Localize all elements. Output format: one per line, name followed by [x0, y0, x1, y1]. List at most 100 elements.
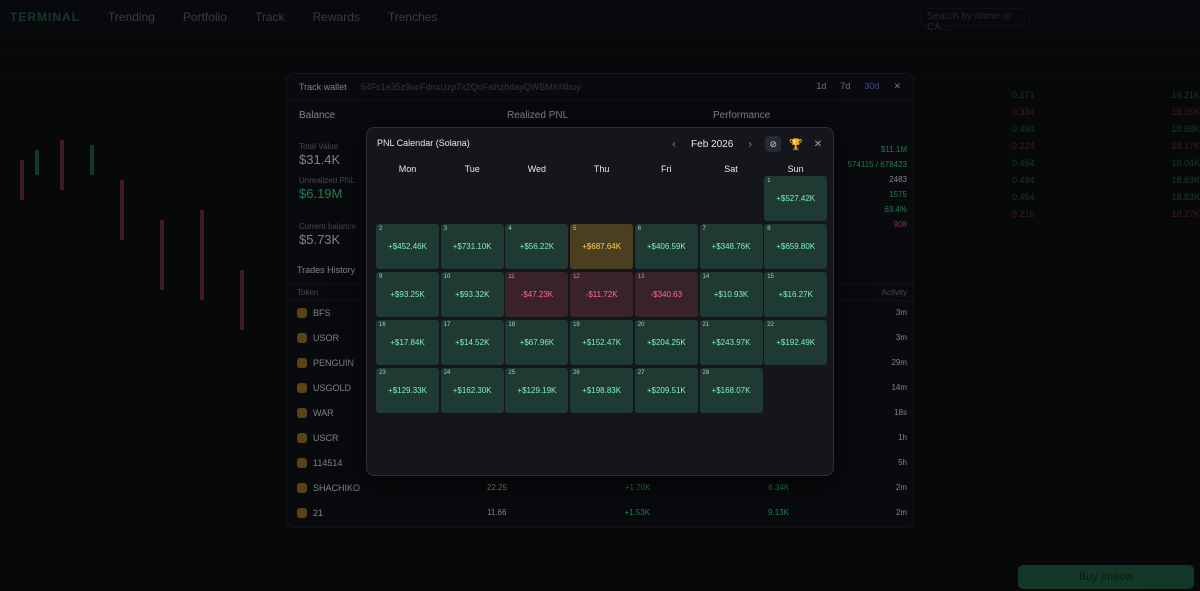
- calendar-day-cell[interactable]: 13 -$340.63: [634, 272, 698, 317]
- calendar-day-cell[interactable]: 16 +$17.84K: [376, 320, 439, 365]
- calendar-day-cell[interactable]: 25 +$129.19K: [505, 368, 569, 413]
- calendar-day-cell[interactable]: 27 +$209.51K: [634, 368, 698, 413]
- day-pnl-value: +$348.76K: [711, 242, 751, 251]
- calendar-day-cell[interactable]: 23 +$129.33K: [376, 368, 439, 413]
- calendar-title: PNL Calendar (Solana): [377, 138, 470, 148]
- calendar-day-cell[interactable]: 18 +$67.96K: [505, 320, 569, 365]
- day-number: 1: [767, 178, 771, 184]
- calendar-day-cell[interactable]: 22 +$192.49K: [764, 320, 828, 365]
- chevron-right-icon[interactable]: ›: [743, 137, 757, 151]
- day-pnl-value: +$129.19K: [517, 386, 557, 395]
- calendar-day-cell[interactable]: 20 +$204.25K: [634, 320, 698, 365]
- day-number: 19: [573, 322, 580, 328]
- day-pnl-value: +$93.32K: [454, 290, 490, 299]
- day-pnl-value: +$198.83K: [582, 386, 622, 395]
- day-number: 8: [767, 226, 771, 232]
- day-pnl-value: +$93.25K: [390, 290, 425, 299]
- day-number: 9: [379, 274, 383, 280]
- calendar-day-cell[interactable]: 17 +$14.52K: [440, 320, 504, 365]
- weekday-wed: Wed: [527, 164, 547, 174]
- calendar-day-cell[interactable]: 7 +$348.76K: [699, 224, 763, 269]
- day-pnl-value: +$129.33K: [388, 386, 427, 395]
- price-chart: [0, 120, 285, 360]
- calendar-day-cell[interactable]: 8 +$659.80K: [764, 224, 828, 269]
- calendar-day-cell[interactable]: 19 +$152.47K: [570, 320, 634, 365]
- day-pnl-value: +$67.96K: [519, 338, 555, 347]
- weekday-sun: Sun: [787, 164, 804, 174]
- close-icon[interactable]: ✕: [811, 137, 825, 151]
- calendar-day-cell[interactable]: 6 +$406.59K: [634, 224, 698, 269]
- calendar-day-cell[interactable]: 21 +$243.97K: [699, 320, 763, 365]
- day-number: 23: [379, 370, 386, 376]
- day-pnl-value: -$47.23K: [520, 290, 554, 299]
- day-pnl-value: -$11.72K: [585, 290, 618, 299]
- calendar-day-cell[interactable]: 15 +$16.27K: [764, 272, 828, 317]
- day-number: 21: [702, 322, 710, 328]
- day-number: 3: [443, 226, 448, 232]
- day-number: 17: [443, 322, 451, 328]
- day-number: 27: [637, 370, 645, 376]
- day-pnl-value: +$152.47K: [582, 338, 622, 347]
- nav-item-portfolio[interactable]: Portfolio: [183, 10, 227, 24]
- day-pnl-value: +$162.30K: [452, 386, 492, 395]
- nav-item-track[interactable]: Track: [255, 10, 285, 24]
- day-pnl-value: +$452.46K: [388, 242, 427, 251]
- calendar-day-cell[interactable]: 2 +$452.46K: [376, 224, 439, 269]
- calendar-day-cell[interactable]: 26 +$198.83K: [570, 368, 634, 413]
- day-number: 10: [443, 274, 451, 280]
- buy-button[interactable]: Buy Imeow: [1018, 565, 1194, 589]
- day-number: 6: [637, 226, 642, 232]
- day-number: 13: [637, 274, 645, 280]
- weekday-fri: Fri: [661, 164, 672, 174]
- app-logo: TERMINAL: [10, 9, 80, 24]
- calendar-day-cell[interactable]: 9 +$93.25K: [376, 272, 439, 317]
- calendar-day-cell[interactable]: 4 +$56.22K: [505, 224, 569, 269]
- nav-item-trending[interactable]: Trending: [108, 10, 155, 24]
- hide-values-icon[interactable]: ⊘: [765, 136, 782, 152]
- pnl-calendar-modal: PNL Calendar (Solana) ‹ Feb 2026 › ⊘ 🏆 ✕…: [366, 127, 834, 476]
- trades-feed: 0.171 19.21K 0.334 18.36K 0.494 18.68K 0.22…: [1012, 90, 1200, 219]
- day-pnl-value: +$687.64K: [582, 242, 622, 251]
- day-pnl-value: +$209.51K: [646, 386, 686, 395]
- calendar-day-cell[interactable]: 14 +$10.93K: [699, 272, 763, 317]
- day-number: 25: [508, 370, 516, 376]
- day-pnl-value: +$17.84K: [390, 338, 425, 347]
- weekday-mon: Mon: [398, 164, 417, 174]
- calendar-day-cell[interactable]: 10 +$93.32K: [440, 272, 504, 317]
- day-pnl-value: +$56.22K: [519, 242, 555, 251]
- calendar-day-cell[interactable]: 3 +$731.10K: [440, 224, 504, 269]
- nav-item-rewards[interactable]: Rewards: [313, 10, 360, 24]
- calendar-month: Feb 2026: [691, 138, 734, 150]
- day-number: 26: [573, 370, 580, 376]
- calendar-day-cell[interactable]: 12 -$11.72K: [570, 272, 634, 317]
- day-pnl-value: +$659.80K: [776, 242, 816, 251]
- day-pnl-value: +$204.25K: [646, 338, 686, 347]
- nav-item-trenches[interactable]: Trenches: [388, 10, 438, 24]
- calendar-day-cell[interactable]: 11 -$47.23K: [505, 272, 569, 317]
- calendar-day-cell[interactable]: 28 +$168.07K: [699, 368, 763, 413]
- day-number: 28: [702, 370, 710, 376]
- day-number: 5: [573, 226, 577, 232]
- positions-panel: [0, 405, 285, 591]
- day-pnl-value: +$243.97K: [711, 338, 751, 347]
- search-input[interactable]: Search by name or CA...: [920, 8, 1030, 33]
- calendar-day-cell[interactable]: 5 +$687.64K: [570, 224, 634, 269]
- day-pnl-value: +$527.42K: [776, 194, 816, 203]
- chevron-left-icon[interactable]: ‹: [667, 137, 681, 151]
- day-number: 16: [379, 322, 386, 328]
- calendar-day-cell[interactable]: 1 +$527.42K: [764, 176, 828, 221]
- day-number: 11: [508, 274, 515, 280]
- day-number: 2: [379, 226, 383, 232]
- weekday-thu: Thu: [593, 164, 610, 174]
- trophy-icon[interactable]: 🏆: [789, 138, 803, 151]
- day-number: 24: [443, 370, 451, 376]
- day-pnl-value: +$16.27K: [778, 290, 813, 299]
- weekday-sat: Sat: [724, 164, 738, 174]
- day-number: 22: [767, 322, 774, 328]
- day-number: 7: [702, 226, 706, 232]
- day-pnl-value: +$406.59K: [646, 242, 686, 251]
- calendar-day-cell[interactable]: 24 +$162.30K: [440, 368, 504, 413]
- weekday-tue: Tue: [464, 164, 480, 174]
- day-number: 14: [702, 274, 710, 280]
- calendar-controls: ‹ Feb 2026 › ⊘ 🏆 ✕: [667, 136, 825, 152]
